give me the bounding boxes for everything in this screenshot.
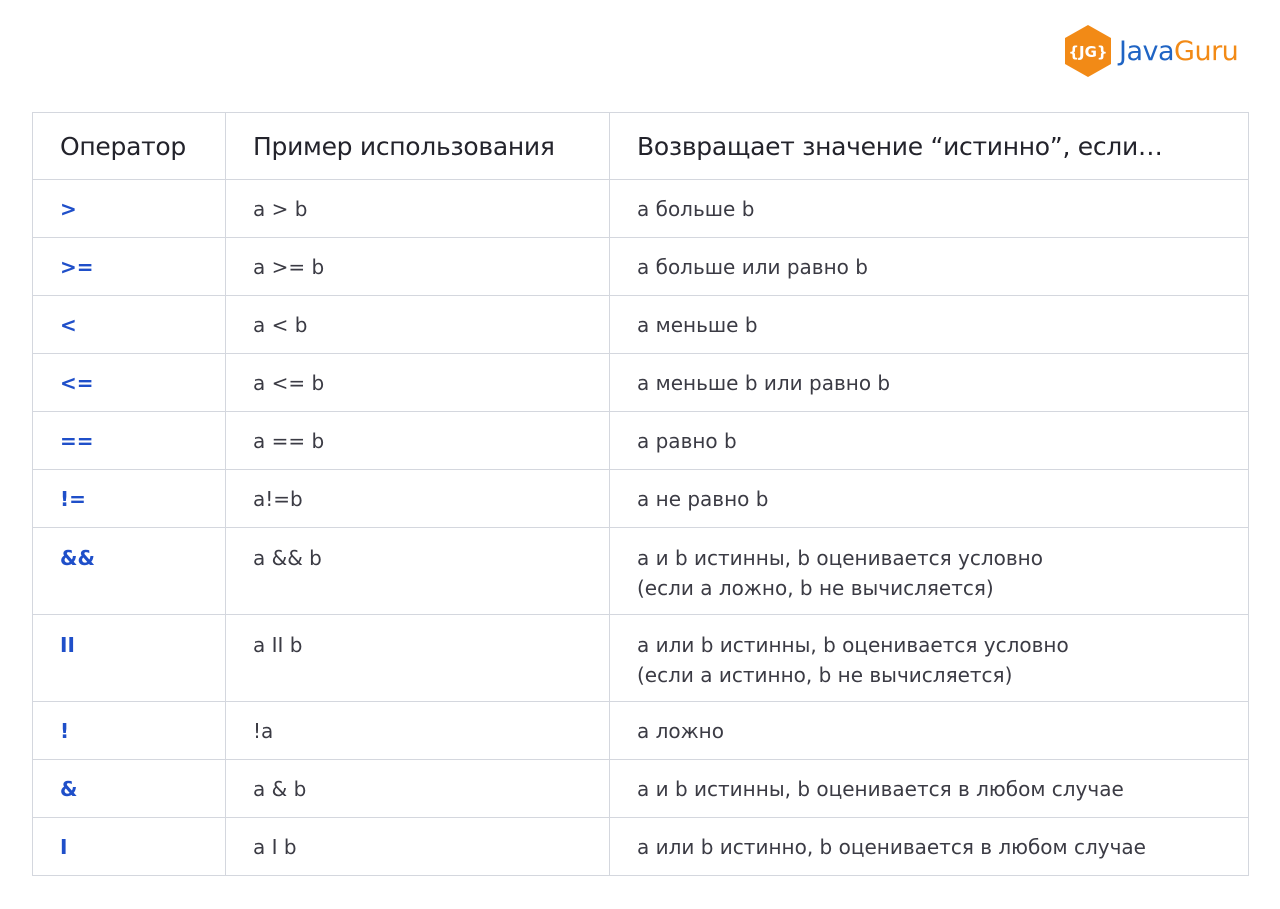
result-line: а меньше b или равно b: [637, 370, 891, 395]
result-line: а или b истинны, b оценивается условно: [637, 633, 1069, 657]
operator-cell: >: [32, 179, 226, 238]
example-cell: !a: [225, 701, 610, 760]
header-operator: Оператор: [32, 112, 226, 180]
operator-cell: &: [32, 759, 226, 818]
result-line: а и b истинны, b оценивается в любом слу…: [637, 776, 1124, 801]
result-cell: а или b истинны, b оценивается условно (е…: [609, 614, 1249, 702]
table-row: >= a >= b а больше или равно b: [32, 237, 1249, 296]
operator-cell: I: [32, 817, 226, 876]
table-row: Ia I b а или b истинно, b оценивается в л…: [32, 817, 1249, 876]
result-cell: а равно b: [609, 411, 1249, 470]
result-cell: а меньше b или равно b: [609, 353, 1249, 412]
example-cell: a >= b: [225, 237, 610, 296]
table-header-row: Оператор Пример использования Возвращает…: [32, 112, 1249, 180]
logo-brand-java: Java: [1119, 35, 1175, 67]
result-cell: а меньше b: [609, 295, 1249, 354]
operator-cell: &&: [32, 527, 226, 615]
table-body: > a > b а больше b >= a >= b а больше или рав…: [32, 179, 1249, 876]
result-cell: а ложно: [609, 701, 1249, 760]
result-cell: а больше b: [609, 179, 1249, 238]
header-example: Пример использования: [225, 112, 610, 180]
example-cell: a < b: [225, 295, 610, 354]
logo-brand-guru: Guru: [1174, 35, 1239, 67]
table-row: > a > b а больше b: [32, 179, 1249, 238]
result-line: (если а истинно, b не вычисляется): [637, 663, 1013, 687]
example-cell: a II b: [225, 614, 610, 702]
result-line: а больше b: [637, 196, 755, 221]
result-line: а равно b: [637, 428, 737, 453]
result-line: а меньше b: [637, 312, 758, 337]
result-line: а не равно b: [637, 486, 769, 511]
example-cell: a == b: [225, 411, 610, 470]
example-cell: a & b: [225, 759, 610, 818]
result-line: а ложно: [637, 718, 724, 743]
jg-hexagon-logo-icon: {JG}: [1065, 25, 1111, 77]
table-row: && a && bа и b истинны, b оценивается усл…: [32, 527, 1249, 615]
javaguru-logo: {JG} JavaGuru: [1063, 24, 1239, 78]
result-cell: а или b истинно, b оценивается в любом с…: [609, 817, 1249, 876]
result-line: а и b истинны, b оценивается условно: [637, 546, 1043, 570]
table-row: <= a <= b а меньше b или равно b: [32, 353, 1249, 412]
operator-cell: <=: [32, 353, 226, 412]
result-line: а больше или равно b: [637, 254, 868, 279]
header-result: Возвращает значение “истинно”, если…: [609, 112, 1249, 180]
example-cell: a <= b: [225, 353, 610, 412]
result-line: а или b истинно, b оценивается в любом с…: [637, 834, 1146, 859]
example-cell: a && b: [225, 527, 610, 615]
result-cell: а и b истинны, b оценивается условно (есл…: [609, 527, 1249, 615]
logo-brand-text: JavaGuru: [1119, 35, 1239, 67]
operators-table: Оператор Пример использования Возвращает…: [32, 112, 1249, 876]
operator-cell: <: [32, 295, 226, 354]
example-cell: a!=b: [225, 469, 610, 528]
example-cell: a > b: [225, 179, 610, 238]
operator-cell: !: [32, 701, 226, 760]
table-row: < a < b а меньше b: [32, 295, 1249, 354]
example-cell: a I b: [225, 817, 610, 876]
operator-cell: >=: [32, 237, 226, 296]
operator-cell: !=: [32, 469, 226, 528]
operator-cell: II: [32, 614, 226, 702]
result-cell: а больше или равно b: [609, 237, 1249, 296]
table-row: II a II bа или b истинны, b оценивается у…: [32, 614, 1249, 702]
table-row: ! !a а ложно: [32, 701, 1249, 760]
table-row: != a!=b а не равно b: [32, 469, 1249, 528]
table-row: & a & b а и b истинны, b оценивается в люб…: [32, 759, 1249, 818]
operator-cell: ==: [32, 411, 226, 470]
result-line: (если а ложно, b не вычисляется): [637, 576, 994, 600]
logo-badge-text: {JG}: [1068, 43, 1107, 61]
table-row: == a == b а равно b: [32, 411, 1249, 470]
result-cell: а и b истинны, b оценивается в любом слу…: [609, 759, 1249, 818]
result-cell: а не равно b: [609, 469, 1249, 528]
